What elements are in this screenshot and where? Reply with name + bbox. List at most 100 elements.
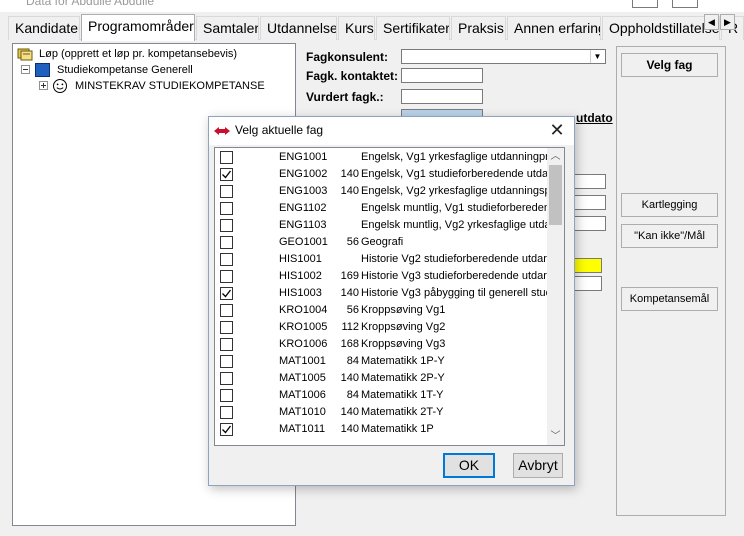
list-item[interactable]: ENG1003 140 Engelsk, Vg2 yrkesfaglige utda…: [215, 183, 547, 200]
scroll-down-icon[interactable]: ﹀: [547, 428, 564, 445]
ok-button[interactable]: OK: [443, 453, 495, 478]
checkbox[interactable]: [220, 304, 233, 317]
subject-hours: 84: [346, 355, 359, 367]
tree-node-label: MINSTEKRAV STUDIEKOMPETANSE: [75, 80, 265, 92]
tab-scroll-left-icon[interactable]: ◀: [704, 14, 719, 30]
checkbox[interactable]: [220, 236, 233, 249]
tab-samtaler[interactable]: Samtaler: [196, 16, 259, 40]
select-c[interactable]: [574, 216, 606, 231]
subject-name: Matematikk 1P: [361, 423, 434, 435]
scroll-up-icon[interactable]: ︿: [547, 148, 564, 165]
list-item[interactable]: ENG1102 Engelsk muntlig, Vg1 studieforber…: [215, 200, 547, 217]
subject-hours: 84: [346, 389, 359, 401]
expand-icon[interactable]: [39, 81, 48, 90]
tab-programomrader[interactable]: Programområder: [81, 14, 195, 41]
actions-panel: Velg fag Kartlegging "Kan ikke"/Mål Komp…: [616, 46, 726, 516]
checkbox[interactable]: [220, 219, 233, 232]
tab-kandidater[interactable]: Kandidater: [8, 16, 80, 40]
tab-annen-erfaring[interactable]: Annen erfaring: [507, 16, 601, 40]
kompetansemal-button[interactable]: Kompetansemål: [621, 287, 718, 311]
app-icon: [214, 127, 230, 135]
chevron-down-icon[interactable]: ▼: [590, 50, 604, 63]
list-item[interactable]: HIS1002 169 Historie Vg3 studieforberedend…: [215, 268, 547, 285]
subject-name: Historie Vg3 studieforberedende utdar: [361, 270, 547, 282]
minimize-button[interactable]: [632, 0, 658, 8]
subject-hours: 56: [346, 304, 359, 316]
list-item[interactable]: KRO1004 56 Kroppsøving Vg1: [215, 302, 547, 319]
list-item[interactable]: MAT1001 84 Matematikk 1P-Y: [215, 353, 547, 370]
list-item[interactable]: MAT1011 140 Matematikk 1P: [215, 421, 547, 438]
fagk-kontaktet-label: Fagk. kontaktet:: [306, 69, 399, 83]
dialog-titlebar: Velg aktuelle fag ✕: [209, 117, 574, 145]
list-item[interactable]: ENG1103 Engelsk muntlig, Vg2 yrkesfaglige…: [215, 217, 547, 234]
tab-sertifikater[interactable]: Sertifikater: [376, 16, 450, 40]
subject-name: Matematikk 1P-Y: [361, 355, 445, 367]
tab-praksis[interactable]: Praksis: [451, 16, 506, 40]
select-a[interactable]: [574, 174, 606, 189]
fagkonsulent-select[interactable]: ▼: [401, 49, 606, 64]
subject-code: KRO1005: [279, 321, 328, 333]
subject-code: KRO1006: [279, 338, 328, 350]
tab-bar: Kandidater Programområder Samtaler Utdan…: [8, 14, 744, 41]
list-item[interactable]: ENG1002 140 Engelsk, Vg1 studieforberedend…: [215, 166, 547, 183]
checkbox[interactable]: [220, 168, 233, 181]
list-item[interactable]: HIS1003 140 Historie Vg3 påbygging til gen…: [215, 285, 547, 302]
checkbox[interactable]: [220, 287, 233, 300]
select-b[interactable]: [574, 195, 606, 210]
tree-root-label: Løp (opprett et løp pr. kompetansebevis): [39, 48, 238, 60]
subject-hours: 140: [340, 406, 359, 418]
kan-ikke-button[interactable]: "Kan ikke"/Mål: [621, 224, 718, 248]
tab-utdannelse[interactable]: Utdannelse: [260, 16, 337, 40]
subject-code: ENG1003: [279, 185, 328, 197]
checkbox[interactable]: [220, 270, 233, 283]
text-field[interactable]: [574, 276, 602, 291]
checkbox[interactable]: [220, 355, 233, 368]
fagk-kontaktet-field[interactable]: [401, 68, 483, 83]
checkbox[interactable]: [220, 338, 233, 351]
window-title: Data for Abdulle Abdulle: [26, 0, 155, 8]
subject-name: Engelsk, Vg2 yrkesfaglige utdanningsp: [361, 185, 547, 197]
scroll-thumb[interactable]: [549, 165, 562, 225]
maximize-button[interactable]: [672, 0, 698, 8]
tab-scroll-right-icon[interactable]: ▶: [720, 14, 735, 30]
checkbox[interactable]: [220, 372, 233, 385]
checkbox[interactable]: [220, 151, 233, 164]
collapse-icon[interactable]: [21, 65, 30, 74]
list-item[interactable]: KRO1006 168 Kroppsøving Vg3: [215, 336, 547, 353]
cancel-button[interactable]: Avbryt: [513, 453, 563, 478]
checkbox[interactable]: [220, 321, 233, 334]
subject-code: MAT1006: [279, 389, 326, 401]
close-icon[interactable]: ✕: [546, 120, 568, 142]
offisiell-label: utdato: [576, 111, 613, 125]
subject-code: MAT1001: [279, 355, 326, 367]
smiley-icon: [53, 79, 67, 93]
vurdert-fagk-field[interactable]: [401, 89, 483, 104]
checkbox[interactable]: [220, 185, 233, 198]
kartlegging-button[interactable]: Kartlegging: [621, 193, 718, 217]
subject-list[interactable]: ENG1001 Engelsk, Vg1 yrkesfaglige utdanni…: [214, 147, 565, 446]
subject-code: MAT1010: [279, 406, 326, 418]
velg-fag-button[interactable]: Velg fag: [621, 53, 718, 77]
checkbox[interactable]: [220, 253, 233, 266]
subject-code: GEO1001: [279, 236, 328, 248]
vertical-scrollbar[interactable]: ︿ ﹀: [547, 148, 564, 445]
list-item[interactable]: GEO1001 56 Geografi: [215, 234, 547, 251]
checkmark-icon: [222, 170, 232, 179]
dialog-title: Velg aktuelle fag: [235, 123, 324, 137]
list-item[interactable]: MAT1010 140 Matematikk 2T-Y: [215, 404, 547, 421]
vurdert-fagk-label: Vurdert fagk.:: [306, 90, 384, 104]
checkbox[interactable]: [220, 423, 233, 436]
list-item[interactable]: KRO1005 112 Kroppsøving Vg2: [215, 319, 547, 336]
list-item[interactable]: ENG1001 Engelsk, Vg1 yrkesfaglige utdanni…: [215, 149, 547, 166]
subject-code: HIS1003: [279, 287, 322, 299]
list-item[interactable]: HIS1001 Historie Vg2 studieforberedende u…: [215, 251, 547, 268]
folder-icon: [35, 63, 50, 77]
yellow-select[interactable]: [574, 258, 602, 273]
list-item[interactable]: MAT1006 84 Matematikk 1T-Y: [215, 387, 547, 404]
checkbox[interactable]: [220, 406, 233, 419]
checkbox[interactable]: [220, 389, 233, 402]
tab-oppholdstillatelse[interactable]: Oppholdstillatelse: [602, 16, 720, 40]
checkbox[interactable]: [220, 202, 233, 215]
list-item[interactable]: MAT1005 140 Matematikk 2P-Y: [215, 370, 547, 387]
tab-kurs[interactable]: Kurs: [338, 16, 375, 40]
